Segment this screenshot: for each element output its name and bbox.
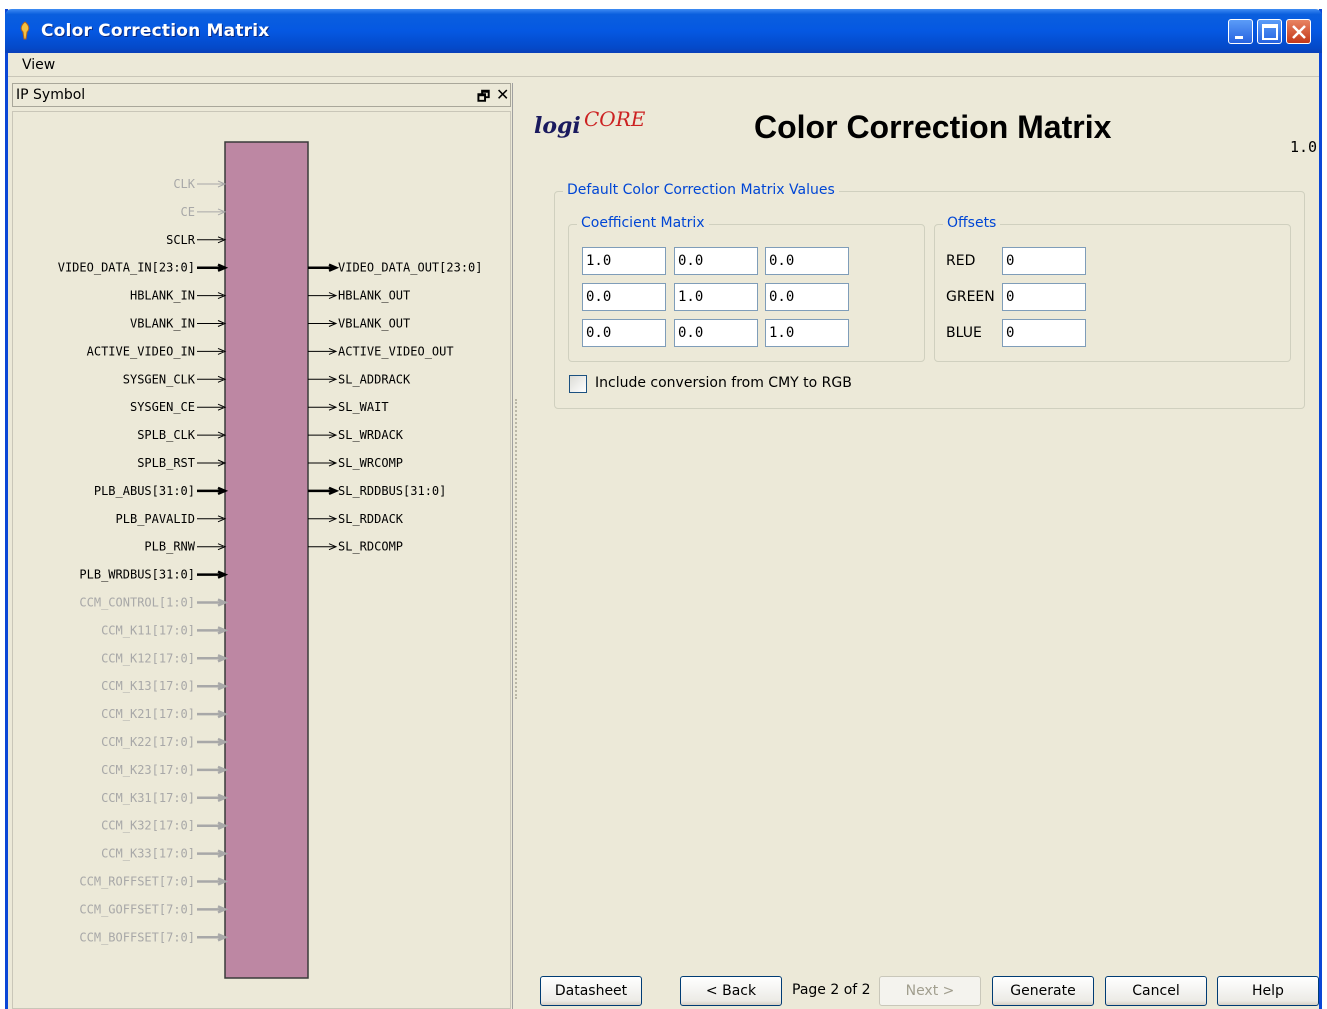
coefficient-matrix-group: Coefficient Matrix (568, 215, 925, 362)
input-pin-label: PLB_RNW (144, 540, 195, 554)
input-pin-label: CCM_K21[17:0] (101, 707, 195, 721)
input-pin-label: CCM_K32[17:0] (101, 819, 195, 833)
panel-close-icon[interactable]: ✕ (496, 85, 509, 104)
restore-icon[interactable]: 🗗 (477, 86, 490, 110)
output-pin-label: SL_WAIT (338, 400, 389, 414)
output-pin-label: SL_WRDACK (338, 428, 404, 442)
logicore-logo: logi CORE (532, 99, 662, 149)
cmy-to-rgb-checkbox[interactable] (569, 375, 587, 393)
cmy-to-rgb-label[interactable]: Include conversion from CMY to RGB (595, 375, 852, 391)
back-button[interactable]: < Back (680, 976, 782, 1006)
input-pin-label: SYSGEN_CLK (123, 372, 196, 386)
input-pin-label: PLB_ABUS[31:0] (94, 484, 195, 498)
output-pin-label: SL_ADDRACK (338, 372, 411, 386)
offset-blue-input[interactable] (1002, 319, 1086, 347)
input-pin-label: VIDEO_DATA_IN[23:0] (58, 261, 195, 275)
menu-view[interactable]: View (22, 57, 55, 73)
window-title: Color Correction Matrix (41, 21, 270, 41)
offset-green-label: GREEN (946, 289, 995, 305)
input-pin-label: SYSGEN_CE (130, 400, 195, 414)
menu-bar: View (8, 53, 1319, 77)
maximize-icon (1262, 24, 1278, 40)
output-pin-label: SL_RDCOMP (338, 540, 403, 554)
coef-k33-input[interactable] (765, 319, 849, 347)
logo-logi-text: logi (534, 113, 581, 139)
coef-k11-input[interactable] (582, 247, 666, 275)
input-pin-label: CCM_GOFFSET[7:0] (79, 902, 195, 916)
input-pin-label: CCM_K13[17:0] (101, 679, 195, 693)
offsets-legend: Offsets (943, 215, 1001, 231)
coef-k31-input[interactable] (582, 319, 666, 347)
cancel-button[interactable]: Cancel (1105, 976, 1207, 1006)
coef-k22-input[interactable] (674, 283, 758, 311)
input-pin-label: CCM_ROFFSET[7:0] (79, 875, 195, 889)
close-window-button[interactable] (1286, 19, 1311, 44)
input-pin-label: CCM_K33[17:0] (101, 847, 195, 861)
output-pin-label: SL_WRCOMP (338, 456, 403, 470)
input-pin-label: CCM_CONTROL[1:0] (79, 596, 195, 610)
coef-k23-input[interactable] (765, 283, 849, 311)
panel-title: IP Symbol (16, 87, 86, 103)
input-pin-label: SPLB_RST (137, 456, 195, 470)
input-pin-label: VBLANK_IN (130, 317, 195, 331)
input-pin-label: SCLR (166, 233, 196, 247)
offset-red-label: RED (946, 253, 976, 269)
datasheet-button[interactable]: Datasheet (540, 976, 642, 1006)
version-label: 1.0 (1290, 138, 1318, 156)
coef-k32-input[interactable] (674, 319, 758, 347)
page-indicator: Page 2 of 2 (792, 982, 871, 998)
input-pin-label: HBLANK_IN (130, 289, 195, 303)
input-pin-label: CCM_BOFFSET[7:0] (79, 930, 195, 944)
output-pin-label: VIDEO_DATA_OUT[23:0] (338, 261, 483, 275)
settings-panel: logi CORE Color Correction Matrix 1.0 De… (516, 83, 1319, 1009)
ip-symbol-panel: IP Symbol 🗗 ✕ CLK CE SCLR VIDEO_DATA_IN[23:… (8, 83, 513, 1009)
next-button[interactable]: Next > (879, 976, 981, 1006)
ip-symbol-diagram: CLK CE SCLR VIDEO_DATA_IN[23:0] HBLANK_IN VBL… (58, 141, 483, 979)
output-pin-label: SL_RDDACK (338, 512, 404, 526)
input-pin-label: CCM_K12[17:0] (101, 651, 195, 665)
maximize-button[interactable] (1257, 19, 1282, 44)
input-pin-label: ACTIVE_VIDEO_IN (87, 344, 195, 358)
page-title: Color Correction Matrix (754, 109, 1112, 145)
offset-green-input[interactable] (1002, 283, 1086, 311)
default-values-legend: Default Color Correction Matrix Values (563, 182, 839, 198)
panel-header: IP Symbol 🗗 ✕ (12, 83, 511, 107)
coef-k13-input[interactable] (765, 247, 849, 275)
input-pin-label: CCM_K22[17:0] (101, 735, 195, 749)
symbol-canvas: CLK CE SCLR VIDEO_DATA_IN[23:0] HBLANK_IN VBL… (12, 111, 511, 1009)
minimize-icon (1235, 36, 1243, 39)
offset-blue-label: BLUE (946, 325, 982, 341)
ip-block-body (224, 141, 309, 979)
app-icon (20, 21, 30, 40)
generate-button[interactable]: Generate (992, 976, 1094, 1006)
output-pin-label: SL_RDDBUS[31:0] (338, 484, 446, 498)
input-pin-label: PLB_WRDBUS[31:0] (79, 568, 195, 582)
output-pin-label: VBLANK_OUT (338, 317, 410, 331)
coefficient-matrix-legend: Coefficient Matrix (577, 215, 709, 231)
output-pin-label: ACTIVE_VIDEO_OUT (338, 344, 454, 358)
input-pin-label: PLB_PAVALID (116, 512, 195, 526)
offset-red-input[interactable] (1002, 247, 1086, 275)
input-pin-label: SPLB_CLK (137, 428, 196, 442)
offsets-group: Offsets RED GREEN BLUE (934, 215, 1291, 362)
logo-core-text: CORE (584, 107, 646, 131)
input-pin-label: CCM_K31[17:0] (101, 791, 195, 805)
app-window: Color Correction Matrix View IP Symbol 🗗… (5, 9, 1322, 1009)
coef-k12-input[interactable] (674, 247, 758, 275)
input-pin-label: CCM_K11[17:0] (101, 623, 195, 637)
input-pin-label: CCM_K23[17:0] (101, 763, 195, 777)
title-bar[interactable]: Color Correction Matrix (5, 9, 1322, 53)
close-icon (1292, 25, 1306, 39)
help-button[interactable]: Help (1217, 976, 1319, 1006)
coef-k21-input[interactable] (582, 283, 666, 311)
input-pin-label: CLK (173, 177, 195, 191)
input-pin-label: CE (181, 205, 195, 219)
minimize-button[interactable] (1228, 19, 1253, 44)
output-pin-label: HBLANK_OUT (338, 289, 410, 303)
